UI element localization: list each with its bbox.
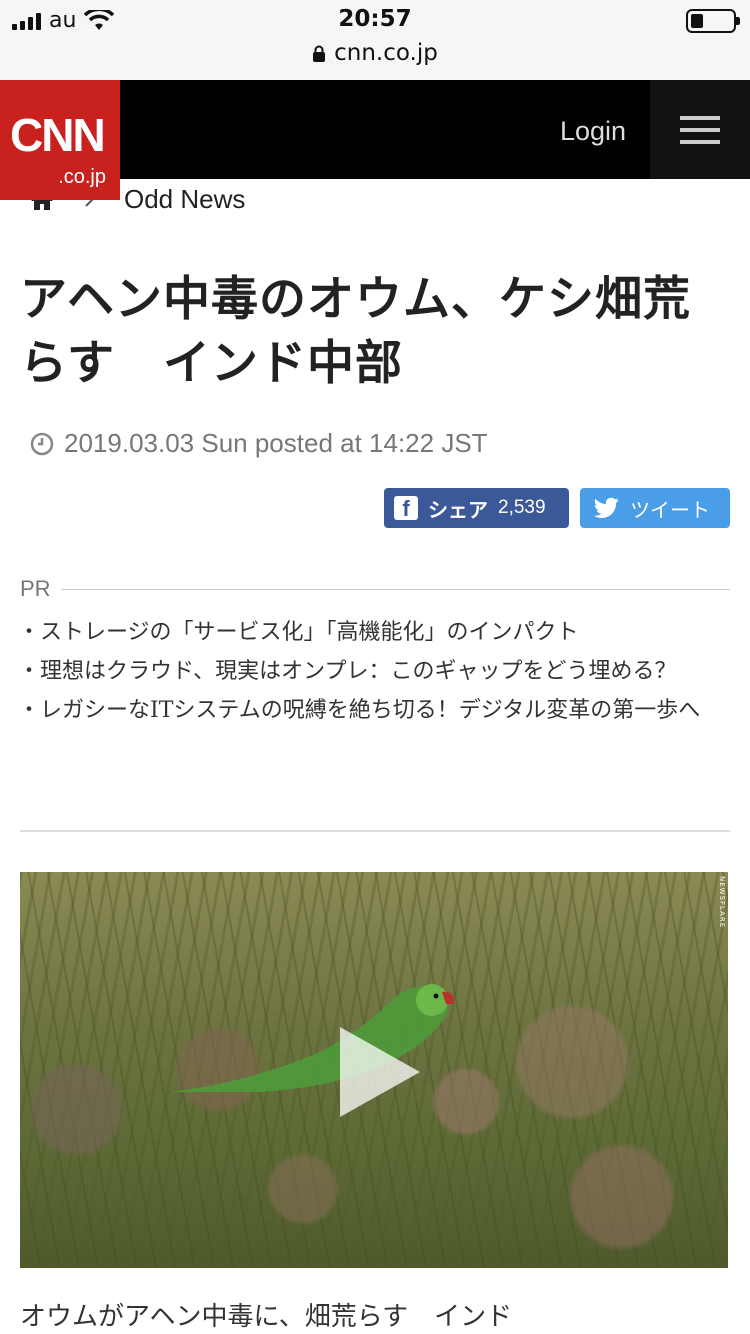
article-date: 2019.03.03 Sun posted at 14:22 JST — [30, 428, 488, 459]
date-text: 2019.03.03 Sun posted at 14:22 JST — [64, 428, 488, 458]
facebook-icon: f — [394, 496, 418, 521]
play-icon[interactable] — [320, 1017, 430, 1127]
clock-icon — [30, 432, 54, 455]
logo-sub: .co.jp — [58, 166, 106, 188]
status-bar: au 20:57 cnn.co.jp — [0, 0, 750, 80]
pr-item[interactable]: 理想はクラウド、現実はオンプレ：このギャップをどう埋める？ — [18, 655, 724, 688]
pr-label: PR — [20, 576, 51, 601]
tweet-button[interactable]: ツイート — [580, 488, 730, 528]
logo-text: CNN — [10, 109, 106, 161]
video-player[interactable]: NEWSFLARE — [20, 872, 728, 1268]
status-time: 20:57 — [338, 6, 412, 32]
section-divider — [20, 830, 730, 832]
twitter-bird-icon — [594, 497, 619, 518]
title-line-1: アヘン中毒のオウム、ケシ畑荒 — [20, 272, 692, 327]
url-text: cnn.co.jp — [334, 40, 438, 66]
site-header: CNN .co.jp Login — [0, 80, 750, 200]
video-watermark: NEWSFLARE — [718, 876, 726, 929]
pr-item[interactable]: ストレージの「サービス化」「高機能化」のインパクト — [18, 616, 724, 649]
cnn-logo[interactable]: CNN .co.jp — [0, 80, 120, 200]
tweet-label: ツイート — [630, 497, 710, 522]
title-line-2: らす インド中部 — [20, 336, 404, 391]
article-title: アヘン中毒のオウム、ケシ畑荒 らす インド中部 — [20, 268, 720, 396]
share-label: シェア — [428, 497, 488, 522]
facebook-share-button[interactable]: f シェア 2,539 — [384, 488, 569, 528]
breadcrumb-section[interactable]: Odd News — [124, 184, 245, 215]
battery-icon — [686, 9, 740, 33]
share-count: 2,539 — [498, 497, 546, 518]
pr-divider — [60, 588, 730, 590]
pr-list: ストレージの「サービス化」「高機能化」のインパクト 理想はクラウド、現実はオンプ… — [18, 616, 724, 733]
lock-icon — [313, 45, 326, 62]
hamburger-menu-button[interactable] — [650, 80, 750, 179]
pr-heading: PR — [20, 576, 730, 602]
video-caption: オウムがアヘン中毒に、畑荒らす インド — [20, 1302, 513, 1332]
address-bar[interactable]: cnn.co.jp — [0, 40, 750, 66]
pr-item[interactable]: レガシーなITシステムの呪縛を絶ち切る！デジタル変革の第一歩へ — [18, 694, 724, 727]
login-link[interactable]: Login — [560, 116, 626, 147]
